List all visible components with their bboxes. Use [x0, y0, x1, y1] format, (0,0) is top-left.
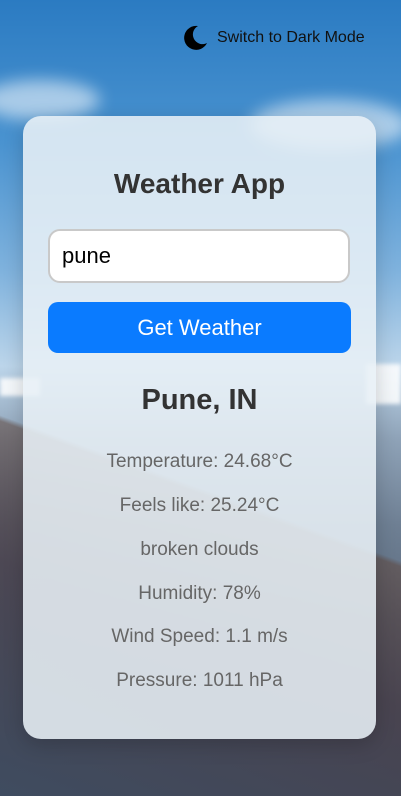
weather-description: broken clouds	[140, 539, 259, 560]
app-title: Weather App	[113, 168, 286, 199]
moon-icon	[181, 24, 209, 52]
get-weather-button[interactable]: Get Weather	[48, 302, 351, 353]
weather-card: Weather App Get Weather Pune, IN Tempera…	[23, 116, 376, 739]
feels-like-text: Feels like: 25.24°C	[119, 495, 280, 516]
background-cloud	[0, 80, 100, 120]
wind-speed-text: Wind Speed: 1.1 m/s	[111, 626, 288, 647]
humidity-text: Humidity: 78%	[138, 583, 261, 604]
dark-mode-toggle[interactable]: Switch to Dark Mode	[181, 24, 365, 52]
temperature-text: Temperature: 24.68°C	[106, 451, 293, 472]
pressure-text: Pressure: 1011 hPa	[116, 670, 283, 691]
dark-mode-toggle-label: Switch to Dark Mode	[217, 29, 365, 46]
city-search-input[interactable]	[48, 229, 350, 283]
city-name: Pune, IN	[141, 384, 258, 416]
